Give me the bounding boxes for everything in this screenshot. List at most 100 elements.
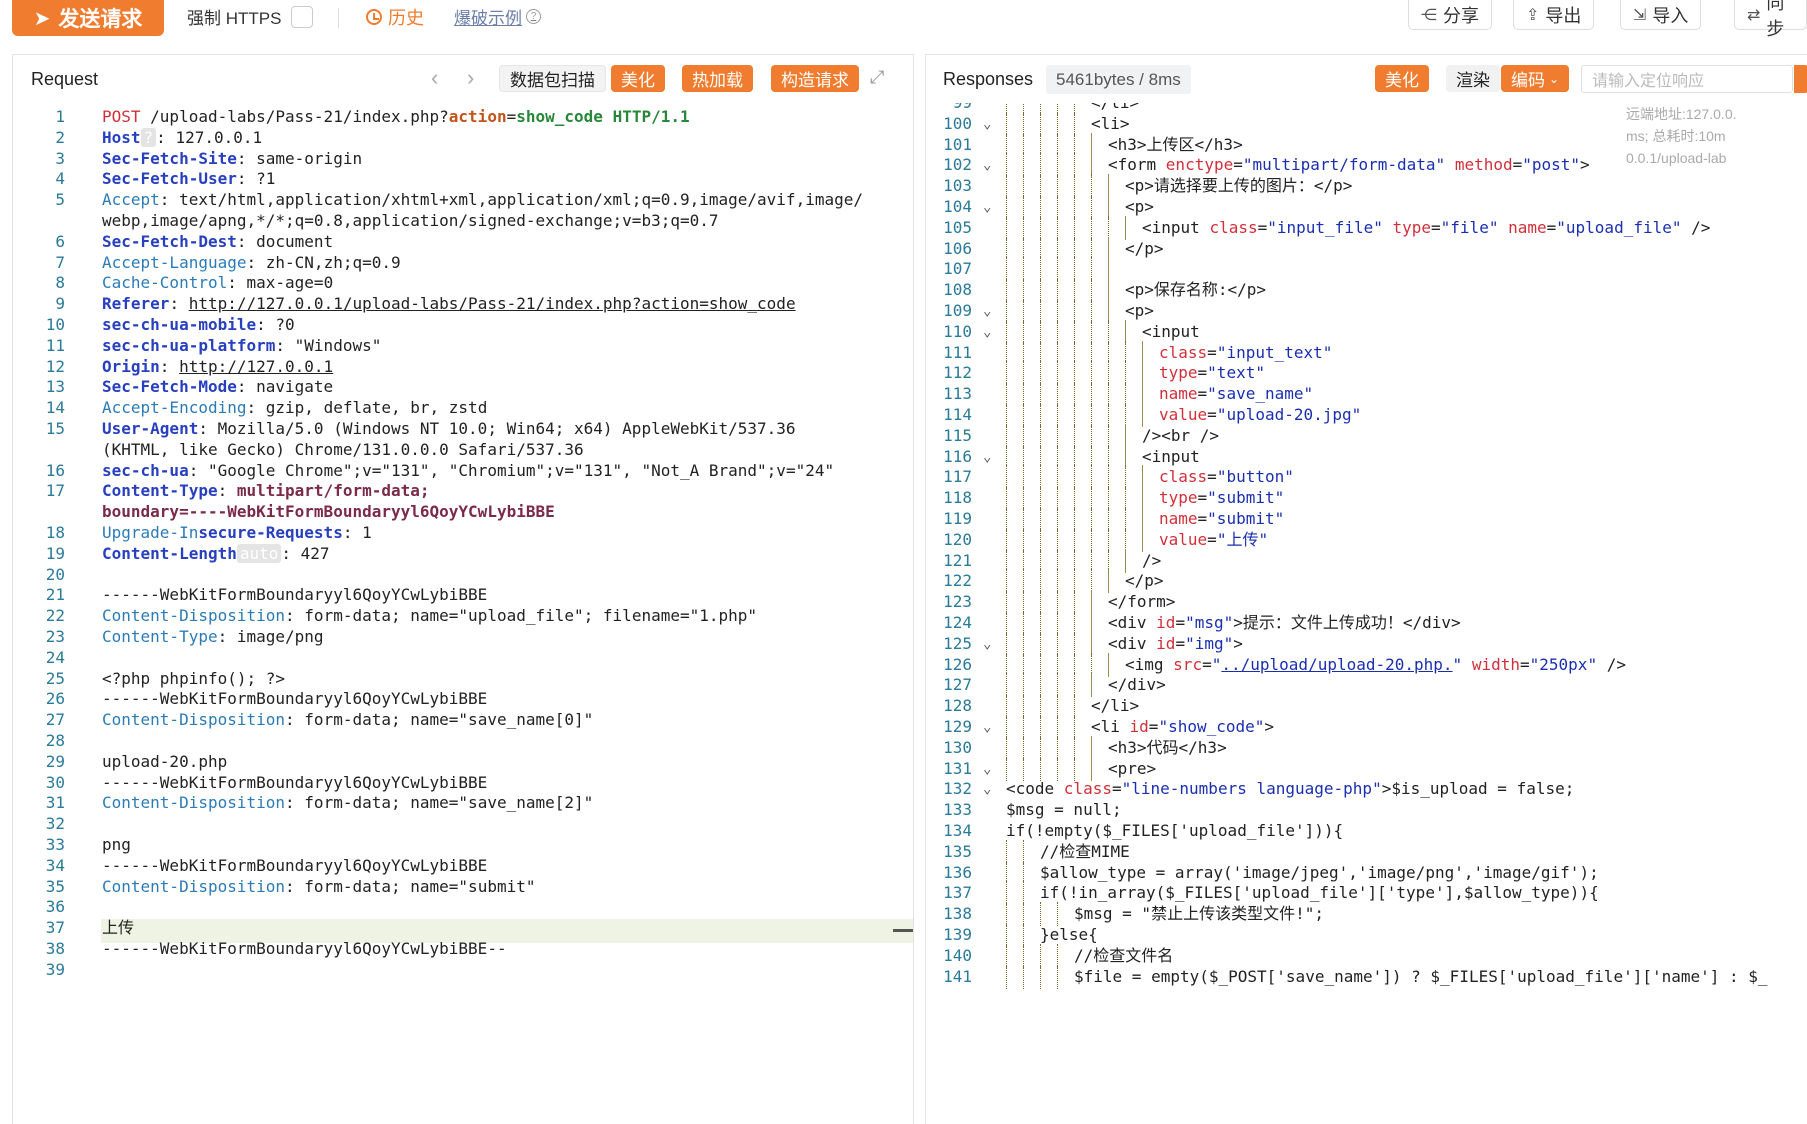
code-token: Content-Disposition [102,793,286,813]
divider [338,8,339,28]
code-token: > [1580,155,1590,175]
code-token: <input [1142,321,1200,341]
request-title: Request [31,69,99,89]
code-token: = [1233,155,1243,175]
code-token: $msg = null; [1006,800,1122,820]
code-token: = [506,107,517,126]
import-button[interactable]: ⇲ 导入 [1620,0,1702,30]
code-token: "post" [1522,155,1581,175]
request-panel: Request ‹ › 数据包扫描 美化 热加载 构造请求 ⤢ 1 POST /u… [12,54,914,1124]
code-token: ------WebKitFormBoundaryyl6QoyYCwLybiBBE [102,772,488,792]
code-token: <div [1108,613,1157,632]
share-button[interactable]: ⋲ 分享 [1408,0,1492,30]
code-token: " [1452,654,1463,674]
code-token: POST [102,107,141,126]
code-token: method [1454,155,1513,175]
code-token: <h3>上传区</h3> [1108,134,1243,154]
code-token: Content-Type [102,627,218,646]
code-token: type [1392,217,1432,237]
force-https-checkbox[interactable] [291,5,314,28]
request-editor[interactable]: 1 POST /upload-labs/Pass-21/index.php?act… [13,103,913,1124]
code-token: "save_name" [1207,384,1314,404]
code-token: ------WebKitFormBoundaryyl6QoyYCwLybiBBE [102,585,488,605]
encoding-label: 编码 [1511,71,1545,90]
beautify-request-button[interactable]: 美化 [611,65,665,92]
sync-label: 同步 [1766,0,1785,39]
code-token: : 127.0.0.1 [156,127,263,147]
export-button[interactable]: ⇪ 导出 [1513,0,1595,30]
code-token: : [159,356,180,376]
code-token: class [1159,342,1208,362]
hot-load-button[interactable]: 热加载 [682,65,753,92]
code-token: value [1159,405,1208,424]
example-label: 爆破示例 [454,9,522,28]
response-editor[interactable]: 远端地址:127.0.0. ms; 总耗时:10m 0.0.1/upload-l… [926,103,1807,1124]
code-token: http://127.0.0.1/upload-labs/Pass-21/ind… [188,294,796,314]
code-token: width [1471,654,1520,674]
code-token: = [1207,529,1217,549]
build-request-button[interactable]: 构造请求 [771,65,859,92]
history-button[interactable]: 历史 [366,4,424,30]
sync-button[interactable]: ⇄ 同步 [1734,0,1807,39]
code-token: "upload_file" [1556,217,1682,237]
code-token: > [1233,633,1243,653]
code-token: : [217,481,237,501]
top-toolbar: ➤ 发送请求 强制 HTTPS 历史 爆破示例 ? ⋲ 分享 ⇪ 导出 ⇲ 导入… [0,0,1807,50]
code-token: = [1546,217,1557,237]
code-token: name [1159,384,1198,404]
code-token: : Mozilla/5.0 (Windows NT 10.0; Win64; x… [198,419,806,438]
chevron-down-icon: ⌄ [1549,71,1560,86]
code-token: = [1207,467,1217,487]
locate-response-input[interactable]: 请输入定位响应 [1581,65,1793,93]
code-token: enctype [1165,155,1234,175]
code-token: : "Windows" [275,335,382,355]
code-token: $msg = "禁止上传该类型文件!"; [1074,904,1324,924]
beautify-response-button[interactable]: 美化 [1375,65,1429,92]
code-token: sec-ch-ua [102,460,189,480]
force-https-toggle[interactable]: 强制 HTTPS [187,4,314,29]
brute-force-example-link[interactable]: 爆破示例 ? [454,4,541,29]
code-token: : text/html,application/xhtml+xml,applic… [159,190,863,210]
code-token: = [1257,217,1268,237]
send-request-button[interactable]: ➤ 发送请求 [12,0,164,36]
code-token: multipart/form-data; [236,481,440,501]
code-token: Sec-Fetch-Mode [102,377,237,397]
locate-go-button[interactable] [1794,65,1807,93]
chevron-left-icon[interactable]: ‹ [431,65,438,91]
code-token: > [1264,717,1275,736]
send-request-label: 发送请求 [58,8,143,31]
code-token: >提示：文件上传成功！</div> [1233,613,1461,632]
code-token: "show_code" [1158,717,1265,736]
import-icon: ⇲ [1633,6,1647,24]
code-token: = [1202,654,1212,674]
expand-icon[interactable]: ⤢ [870,67,884,88]
code-token: /> [1142,550,1162,570]
code-token: upload-20.php [102,751,228,771]
code-token: : "Google Chrome";v="131", "Chromium";v=… [188,460,835,480]
code-token: </p> [1125,571,1164,591]
code-token: : form-data; name="upload_file"; filenam… [285,606,758,626]
chevron-right-icon[interactable]: › [467,65,474,91]
code-token: <img [1125,654,1174,674]
response-line: 141 $file = empty($_POST['save_name']) ? … [926,964,1807,989]
encoding-dropdown[interactable]: 编码 ⌄ [1501,65,1570,92]
code-token: /upload-labs/Pass-21/index.php? [140,107,449,126]
code-token: boundary=----WebKitFormBoundaryyl6QoyYCw… [102,502,555,522]
code-token: class [1209,217,1258,237]
code-token: "file" [1440,217,1499,237]
code-token: sec-ch-ua-platform [102,335,276,355]
render-button[interactable]: 渲染 [1446,65,1500,92]
code-token: "msg" [1185,613,1234,632]
packet-scan-button[interactable]: 数据包扫描 [499,65,606,92]
code-token: </form> [1108,592,1176,612]
code-token: Content-Disposition [102,876,286,896]
code-token: = [1175,633,1186,653]
code-token: : 1 [342,523,372,542]
code-token: class [1159,467,1208,487]
code-token: /><br /> [1142,425,1220,445]
code-token: "button" [1216,467,1294,487]
code-token: $file = empty($_POST['save_name']) ? $_F… [1074,966,1768,986]
code-token: action [448,107,507,126]
code-token: : same-origin [236,148,363,168]
code-token: http://127.0.0.1 [179,356,334,376]
